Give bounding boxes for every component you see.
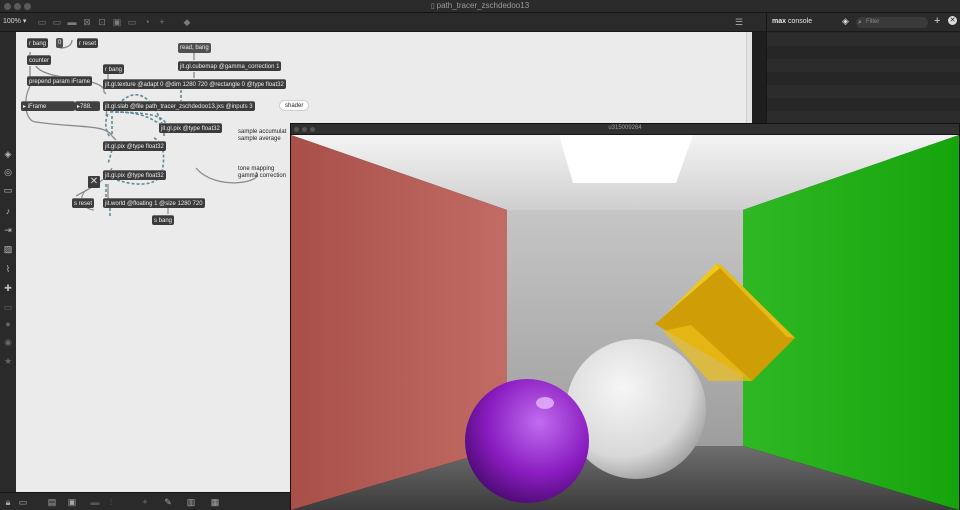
windows-icon[interactable]: ▣	[67, 497, 77, 507]
r-reset-object[interactable]: r reset	[77, 38, 99, 48]
image-icon[interactable]: ▨	[3, 244, 13, 254]
browser-icon[interactable]: ▭	[3, 185, 13, 195]
read-bang-message[interactable]: read, bang	[178, 43, 211, 53]
purple-sphere-highlight	[536, 397, 554, 409]
clear-console-icon[interactable]: ✕	[948, 16, 957, 25]
window-title: ▯ path_tracer_zschdedoo13	[430, 1, 530, 10]
wand-icon[interactable]: ✦	[140, 497, 150, 507]
dial-icon[interactable]: ◔	[142, 17, 152, 27]
render-window[interactable]: u315009264	[290, 123, 960, 510]
package-cube-icon[interactable]: ◈	[3, 149, 13, 159]
pix-left-object[interactable]: jit.gl.pix @type float32	[103, 141, 166, 151]
keyboard-icon[interactable]: ▦	[210, 497, 220, 507]
console-row	[767, 98, 960, 111]
console-row	[767, 85, 960, 98]
presentation-icon[interactable]: ▭	[18, 497, 28, 507]
patcher-toolbar: 100% ▾ ▭ ▭ ▬ ⊠ ⊡ ▣ ▭ ◔ + ◆ ☰	[0, 13, 766, 32]
console-title: max console	[772, 18, 813, 25]
step-icon[interactable]: ⇥	[3, 225, 13, 235]
lock-icon[interactable]: 🔒︎	[3, 497, 13, 507]
slider-icon[interactable]: ▭	[127, 17, 137, 27]
left-sidebar: ◈ ◎ ▭ ♪ ⇥ ▨ ⌇ ✚ ▭ ● ◉ ★	[0, 32, 16, 510]
r-bang-object-2[interactable]: r bang	[103, 64, 125, 74]
cubemap-object[interactable]: jit.gl.cubemap @gamma_correction 1	[178, 61, 282, 71]
slab-object[interactable]: jit.gl.slab @file path_tracer_zschdedoo1…	[103, 101, 255, 111]
pix-tone-object[interactable]: jit.gl.pix @type float32	[103, 170, 166, 180]
drawer-icon[interactable]: ▭	[3, 302, 13, 312]
tone-mapping-comment: tone mapping gamma correction	[238, 166, 287, 179]
comment-icon[interactable]: ▬	[67, 17, 77, 27]
toggle-object-icon[interactable]: ⊡	[97, 17, 107, 27]
star-icon[interactable]: ★	[3, 356, 13, 366]
pix-upper-object[interactable]: jit.gl.pix @type float32	[159, 123, 222, 133]
white-sphere	[566, 339, 706, 479]
search-icon: ⌕	[858, 19, 862, 26]
sample-comment: sample accumulat sample average	[238, 129, 287, 142]
shader-comment: shader	[279, 100, 310, 111]
button-object-icon[interactable]: ⊠	[82, 17, 92, 27]
circle-icon[interactable]: ●	[3, 319, 13, 329]
add-object-icon[interactable]: +	[157, 17, 167, 27]
render-window-titlebar[interactable]: u315009264	[291, 124, 959, 135]
rendered-cornell-box	[291, 135, 959, 510]
paint-bucket-icon[interactable]: ◆	[182, 17, 192, 27]
wrench-icon[interactable]: ✎	[163, 497, 173, 507]
r-bang-object[interactable]: r bang	[27, 38, 49, 48]
purple-sphere	[465, 379, 589, 503]
segment-icon[interactable]: ▬	[90, 497, 100, 507]
iframe-number-box[interactable]: ▸788.	[75, 101, 100, 111]
texture-object[interactable]: jit.gl.texture @adapt 0 @dim 1280 720 @r…	[103, 79, 286, 89]
console-filter-input[interactable]: ⌕ Filter	[856, 17, 928, 28]
paperclip-icon[interactable]: ⌇	[3, 264, 13, 274]
add-icon[interactable]: +	[934, 15, 940, 27]
zoom-dropdown[interactable]: 100% ▾	[3, 17, 26, 25]
patcher-list-icon[interactable]: ☰	[734, 17, 744, 27]
counter-object[interactable]: counter	[27, 55, 52, 65]
dots-icon[interactable]: ⁞	[106, 497, 116, 507]
zero-message[interactable]: 0	[56, 38, 64, 48]
s-reset-object[interactable]: s reset	[72, 198, 95, 208]
console-row	[767, 46, 960, 59]
puzzle-icon[interactable]: ✚	[3, 283, 13, 293]
iframe-param[interactable]: ▸ iFrame	[21, 101, 75, 111]
prepend-object[interactable]: prepend param iFrame	[27, 76, 93, 86]
object-box-icon[interactable]: ▭	[37, 17, 47, 27]
target-icon[interactable]: ◎	[3, 167, 13, 177]
grid-icon[interactable]: ▤	[47, 497, 57, 507]
console-row	[767, 59, 960, 72]
console-row	[767, 33, 960, 46]
console-row	[767, 72, 960, 85]
toggle-x-icon[interactable]: ✕	[88, 176, 100, 188]
ceiling-light	[559, 135, 693, 183]
title-bar: ▯ path_tracer_zschdedoo13	[0, 0, 960, 13]
diamond-filter-icon[interactable]: ◈	[842, 16, 849, 27]
jit-world-object[interactable]: jit.world @floating 1 @size 1280 720	[103, 198, 205, 208]
number-box-icon[interactable]: ▣	[112, 17, 122, 27]
s-bang-object[interactable]: s bang	[152, 215, 175, 225]
render-window-title: u315009264	[608, 125, 642, 131]
console-header: max console ◈ ⌕ Filter + ✕	[767, 13, 960, 32]
circle-dot-icon[interactable]: ◉	[3, 337, 13, 347]
music-note-icon[interactable]: ♪	[3, 206, 13, 216]
message-box-icon[interactable]: ▭	[52, 17, 62, 27]
columns-icon[interactable]: ▥	[186, 497, 196, 507]
